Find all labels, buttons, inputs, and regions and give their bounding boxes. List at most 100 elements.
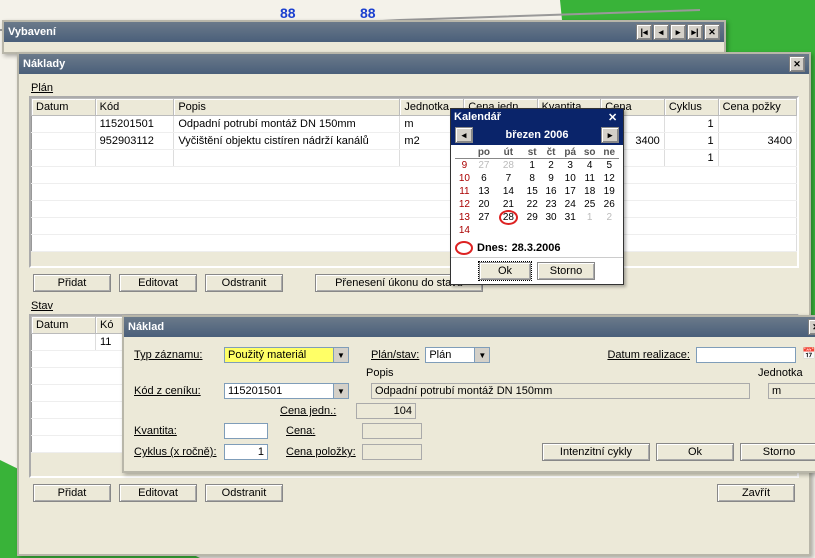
plan-stav-label: Plán/stav:: [371, 349, 419, 361]
calendar-day[interactable]: 12: [599, 172, 619, 185]
calendar-day[interactable]: 30: [542, 211, 561, 224]
plan-edit-button[interactable]: Editovat: [119, 274, 197, 292]
col-datum[interactable]: Datum: [32, 99, 96, 116]
cena-field: [362, 423, 422, 439]
calendar-day[interactable]: 19: [599, 185, 619, 198]
chevron-down-icon[interactable]: ▼: [334, 383, 349, 399]
table-row[interactable]: 115201501 Odpadní potrubí montáž DN 150m…: [32, 116, 797, 133]
col-cena-pozky[interactable]: Cena požky: [718, 99, 796, 116]
calendar-day: [523, 224, 542, 237]
stav-add-button[interactable]: Přidat: [33, 484, 111, 502]
calendar-day[interactable]: 7: [494, 172, 523, 185]
calendar-day: [474, 224, 494, 237]
calendar-day[interactable]: 18: [580, 185, 600, 198]
calendar-day[interactable]: 3: [560, 159, 580, 173]
typ-zaznamu-combo[interactable]: Použitý materiál ▼: [224, 347, 349, 363]
naklad-ok-button[interactable]: Ok: [656, 443, 734, 461]
today-label: Dnes:: [477, 242, 508, 254]
calendar-day[interactable]: 2: [599, 211, 619, 224]
calendar-grid[interactable]: poútstčtpásone 9272812345106789101112111…: [455, 147, 619, 237]
calendar-day[interactable]: 2: [542, 159, 561, 173]
calendar-day: [494, 224, 523, 237]
calendar-day[interactable]: 8: [523, 172, 542, 185]
calendar-day[interactable]: 15: [523, 185, 542, 198]
calendar-day[interactable]: 24: [560, 198, 580, 211]
intenzitni-button[interactable]: Intenzitní cykly: [542, 443, 650, 461]
nav-next-button[interactable]: ▸: [670, 24, 686, 40]
calendar-day[interactable]: 25: [580, 198, 600, 211]
kod-z-ceniku-label: Kód z ceníku:: [134, 385, 218, 397]
calendar-day[interactable]: 27: [474, 159, 494, 173]
plan-delete-button[interactable]: Odstranit: [205, 274, 283, 292]
naklad-title: Náklad: [128, 321, 164, 333]
datum-realizace-label: Datum realizace:: [607, 349, 690, 361]
calendar-day[interactable]: 22: [523, 198, 542, 211]
table-row[interactable]: 952903112 Vyčištění objektu cistíren nád…: [32, 133, 797, 150]
chevron-down-icon[interactable]: ▼: [334, 347, 349, 363]
calendar-day[interactable]: 31: [560, 211, 580, 224]
plan-group-label: Plán: [31, 82, 799, 94]
today-marker-icon: [455, 241, 473, 255]
plan-table[interactable]: Datum Kód Popis Jednotka Cena jedn. Kvan…: [31, 98, 797, 252]
kvantita-field[interactable]: [224, 423, 268, 439]
calendar-day[interactable]: 4: [580, 159, 600, 173]
calendar-day[interactable]: 11: [580, 172, 600, 185]
calendar-cancel-button[interactable]: Storno: [537, 262, 595, 280]
calendar-day[interactable]: 23: [542, 198, 561, 211]
calendar-day: [580, 224, 600, 237]
col-popis[interactable]: Popis: [174, 99, 400, 116]
calendar-weekday-header: st: [523, 147, 542, 159]
col-datum-stav[interactable]: Datum: [32, 317, 96, 334]
calendar-day[interactable]: 5: [599, 159, 619, 173]
typ-zaznamu-label: Typ záznamu:: [134, 349, 218, 361]
calendar-week-number: 11: [455, 185, 474, 198]
chevron-down-icon[interactable]: ▼: [475, 347, 490, 363]
calendar-day[interactable]: 29: [523, 211, 542, 224]
cyklus-field[interactable]: 1: [224, 444, 268, 460]
datum-realizace-field[interactable]: [696, 347, 796, 363]
calendar-day[interactable]: 28: [494, 159, 523, 173]
kod-z-ceniku-combo[interactable]: 115201501 ▼: [224, 383, 349, 399]
calendar-day[interactable]: 6: [474, 172, 494, 185]
col-kod[interactable]: Kód: [95, 99, 174, 116]
today-value: 28.3.2006: [512, 242, 561, 254]
calendar-day[interactable]: 1: [580, 211, 600, 224]
calendar-prev-button[interactable]: ◂: [455, 127, 473, 143]
nav-first-button[interactable]: |◂: [636, 24, 652, 40]
naklad-storno-button[interactable]: Storno: [740, 443, 815, 461]
close-button-vybaveni[interactable]: ✕: [704, 24, 720, 40]
calendar-day[interactable]: 1: [523, 159, 542, 173]
plan-add-button[interactable]: Přidat: [33, 274, 111, 292]
calendar-ok-button[interactable]: Ok: [479, 262, 531, 280]
calendar-next-button[interactable]: ▸: [601, 127, 619, 143]
cena-label: Cena:: [286, 425, 356, 437]
stav-delete-button[interactable]: Odstranit: [205, 484, 283, 502]
naklad-close-button[interactable]: ✕: [808, 319, 815, 335]
calendar-week-number: 12: [455, 198, 474, 211]
calendar-close-button[interactable]: ✕: [608, 111, 620, 123]
plan-stav-combo[interactable]: Plán ▼: [425, 347, 490, 363]
calendar-weekday-header: ne: [599, 147, 619, 159]
calendar-day[interactable]: 9: [542, 172, 561, 185]
calendar-week-number: 13: [455, 211, 474, 224]
nav-prev-button[interactable]: ◂: [653, 24, 669, 40]
calendar-month-label: březen 2006: [506, 129, 569, 141]
calendar-day[interactable]: 14: [494, 185, 523, 198]
close-button-main[interactable]: Zavřít: [717, 484, 795, 502]
calendar-day[interactable]: 26: [599, 198, 619, 211]
nav-last-button[interactable]: ▸|: [687, 24, 703, 40]
cena-polozky-field: [362, 444, 422, 460]
close-button-naklady[interactable]: ✕: [789, 56, 805, 72]
calendar-day[interactable]: 13: [474, 185, 494, 198]
calendar-day[interactable]: 17: [560, 185, 580, 198]
calendar-day[interactable]: 10: [560, 172, 580, 185]
calendar-day[interactable]: 20: [474, 198, 494, 211]
calendar-day[interactable]: 28: [494, 211, 523, 224]
calendar-day[interactable]: 16: [542, 185, 561, 198]
stav-edit-button[interactable]: Editovat: [119, 484, 197, 502]
date-picker-icon[interactable]: 📅: [802, 347, 815, 363]
cena-jedn-field: 104: [356, 403, 416, 419]
calendar-day[interactable]: 27: [474, 211, 494, 224]
calendar-weekday-header: so: [580, 147, 600, 159]
col-cyklus[interactable]: Cyklus: [664, 99, 718, 116]
